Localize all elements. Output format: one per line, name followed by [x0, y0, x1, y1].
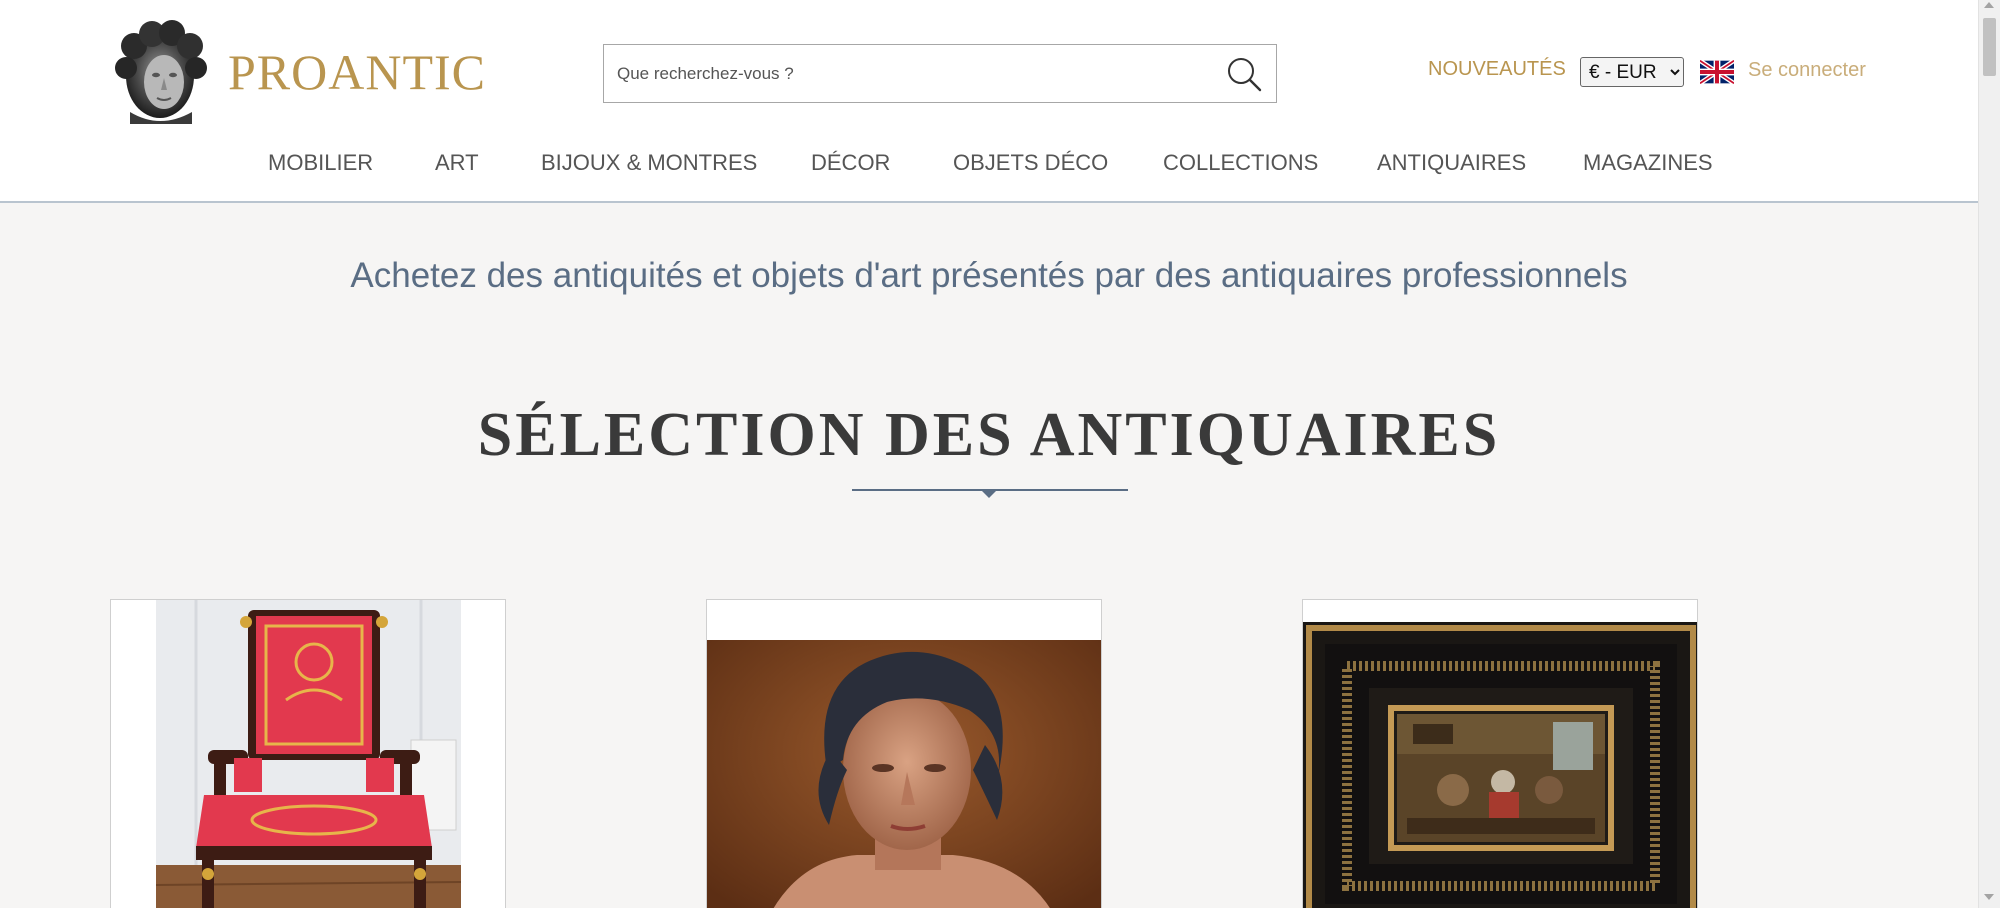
site-logo[interactable]: PROANTIC: [110, 20, 486, 124]
nouveautes-link[interactable]: NOUVEAUTÉS: [1428, 58, 1566, 81]
tagline: Achetez des antiquités et objets d'art p…: [350, 256, 1628, 295]
nav-item-antiquaires[interactable]: ANTIQUAIRES: [1377, 150, 1526, 176]
site-header: PROANTIC NOUVEAUTÉS € - EUR Se connecter…: [0, 0, 1978, 203]
search-input[interactable]: [604, 45, 1204, 102]
product-card[interactable]: [110, 599, 506, 908]
nav-item-mobilier[interactable]: MOBILIER: [268, 150, 373, 176]
sculpted-head-logo-icon: [115, 20, 207, 124]
framed-painting-image: [1303, 622, 1697, 908]
product-card[interactable]: [706, 599, 1102, 908]
search-box: [603, 44, 1277, 103]
login-link[interactable]: Se connecter: [1748, 59, 1866, 82]
nav-item-objets-deco[interactable]: OBJETS DÉCO: [953, 150, 1108, 176]
uk-flag-icon[interactable]: [1700, 60, 1734, 84]
scroll-up-arrow-icon[interactable]: [1984, 2, 1994, 8]
divider-arrow-icon: [982, 491, 996, 498]
product-card[interactable]: [1302, 599, 1698, 908]
section-title: SÉLECTION DES ANTIQUAIRES: [477, 401, 1501, 469]
currency-select[interactable]: € - EUR: [1580, 57, 1684, 87]
scroll-down-arrow-icon[interactable]: [1984, 894, 1994, 900]
nav-item-decor[interactable]: DÉCOR: [811, 150, 890, 176]
page-scrollbar[interactable]: [1978, 0, 2000, 908]
portrait-painting-image: [707, 640, 1101, 908]
search-icon[interactable]: [1226, 56, 1262, 92]
nav-item-bijoux-montres[interactable]: BIJOUX & MONTRES: [541, 150, 757, 176]
nav-item-art[interactable]: ART: [435, 150, 479, 176]
nav-item-collections[interactable]: COLLECTIONS: [1163, 150, 1318, 176]
nav-item-magazines[interactable]: MAGAZINES: [1583, 150, 1713, 176]
logo-text: PROANTIC: [228, 44, 487, 100]
main-nav: MOBILIER ART BIJOUX & MONTRES DÉCOR OBJE…: [0, 150, 1978, 180]
armchair-image: [156, 600, 461, 908]
scroll-thumb[interactable]: [1983, 18, 1996, 76]
